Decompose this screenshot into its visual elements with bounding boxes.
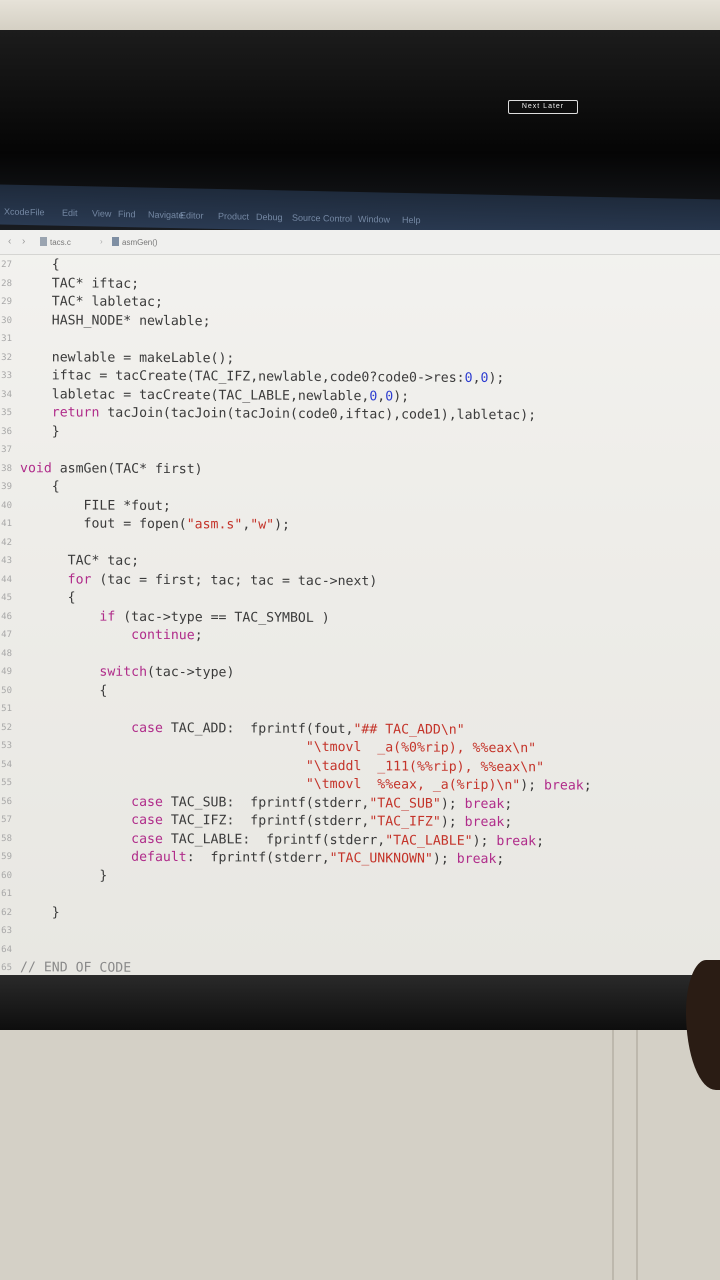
function-icon [112, 237, 119, 246]
line-number: 40 [1, 500, 12, 511]
code-editor[interactable]: 27 {28 TAC* iftac; 29 TAC* labletac; 30 HA… [0, 256, 720, 975]
line-number: 39 [1, 482, 12, 493]
breadcrumb-symbol[interactable]: asmGen() [112, 237, 158, 247]
menu-item[interactable]: Help [402, 215, 421, 225]
line-number: 50 [1, 685, 12, 696]
jump-bar: ‹ › tacs.c › asmGen() [0, 230, 720, 255]
breadcrumb-separator: › [100, 237, 103, 246]
line-number: 41 [1, 519, 12, 530]
line-number: 49 [1, 667, 12, 678]
code-text: TAC* labletac; [20, 294, 163, 310]
wall-seam [636, 1030, 638, 1280]
menu-item[interactable]: Xcode [4, 207, 30, 218]
code-text: FILE *fout; [20, 497, 171, 514]
breadcrumb-symbol-label: asmGen() [122, 238, 158, 247]
code-text: fout = fopen("asm.s","w"); [20, 516, 290, 533]
screen-bottom-edge [0, 975, 720, 1030]
line-number: 35 [1, 408, 12, 419]
code-text: switch(tac->type) [99, 664, 235, 681]
menu-item[interactable]: Window [358, 214, 390, 225]
line-number: 52 [1, 722, 12, 733]
code-text: continue; [131, 627, 203, 644]
line-number: 51 [1, 704, 12, 715]
code-text: { [20, 479, 60, 495]
line-number: 44 [1, 574, 12, 585]
breadcrumb-file[interactable]: tacs.c [40, 237, 71, 247]
menu-item[interactable]: Product [218, 211, 249, 222]
line-number: 27 [1, 260, 12, 271]
line-number: 42 [1, 537, 12, 548]
line-number: 37 [1, 445, 12, 456]
line-number: 34 [1, 389, 12, 400]
code-text: for (tac = first; tac; tac = tac->next) [67, 571, 378, 589]
file-icon [40, 237, 47, 246]
code-text: void asmGen(TAC* first) [20, 460, 203, 477]
line-number: 43 [1, 556, 12, 567]
line-number: 54 [1, 759, 12, 770]
line-number: 62 [1, 907, 12, 918]
code-text: TAC* tac; [20, 553, 140, 569]
line-number: 46 [1, 611, 12, 622]
corner-button[interactable]: Next Later [508, 100, 578, 114]
line-number: 48 [1, 648, 12, 659]
line-number: 30 [1, 315, 12, 326]
line-number: 53 [1, 741, 12, 752]
line-number: 63 [1, 926, 12, 937]
menu-item[interactable]: Editor [180, 210, 204, 220]
line-number: 64 [1, 944, 12, 955]
line-number: 29 [1, 297, 12, 308]
back-arrow-icon[interactable]: ‹ [8, 236, 11, 247]
line-number: 33 [1, 371, 12, 382]
line-number: 61 [1, 889, 12, 900]
code-text: } [20, 867, 108, 884]
line-number: 31 [1, 334, 12, 345]
line-number: 28 [1, 278, 12, 289]
menu-item[interactable]: File [30, 207, 45, 217]
wall-seam [612, 1030, 614, 1280]
code-text: labletac = tacCreate(TAC_LABLE,newlable,… [20, 386, 410, 404]
code-text: newlable = makeLable(); [20, 349, 235, 366]
code-text: { [20, 257, 60, 273]
line-number: 36 [1, 426, 12, 437]
forward-arrow-icon[interactable]: › [22, 236, 25, 247]
code-text: } [20, 904, 60, 920]
line-number: 65 [1, 963, 12, 974]
line-number: 58 [1, 833, 12, 844]
code-text: if (tac->type == TAC_SYMBOL ) [99, 609, 330, 626]
line-number: 45 [1, 593, 12, 604]
menu-item[interactable]: Find [118, 209, 136, 219]
code-text: // END OF CODE [20, 960, 132, 975]
line-number: 59 [1, 852, 12, 863]
code-text: { [20, 682, 108, 699]
line-number: 32 [1, 352, 12, 363]
code-text: } [20, 423, 60, 439]
menu-item[interactable]: Navigate [148, 210, 184, 221]
menu-item[interactable]: Debug [256, 212, 283, 223]
code-text: { [20, 590, 76, 606]
line-number: 57 [1, 815, 12, 826]
code-text: HASH_NODE* newlable; [20, 312, 211, 329]
editor-screen: ‹ › tacs.c › asmGen() 27 {28 TAC* iftac;… [0, 230, 720, 975]
line-number: 56 [1, 796, 12, 807]
line-number: 55 [1, 778, 12, 789]
line-number: 38 [1, 463, 12, 474]
code-text: TAC* iftac; [20, 275, 140, 292]
menu-item[interactable]: Source Control [292, 213, 352, 224]
line-number: 47 [1, 630, 12, 641]
menu-item[interactable]: View [92, 208, 111, 218]
line-number: 60 [1, 870, 12, 881]
menu-item[interactable]: Edit [62, 208, 78, 218]
breadcrumb-file-label: tacs.c [50, 238, 71, 247]
